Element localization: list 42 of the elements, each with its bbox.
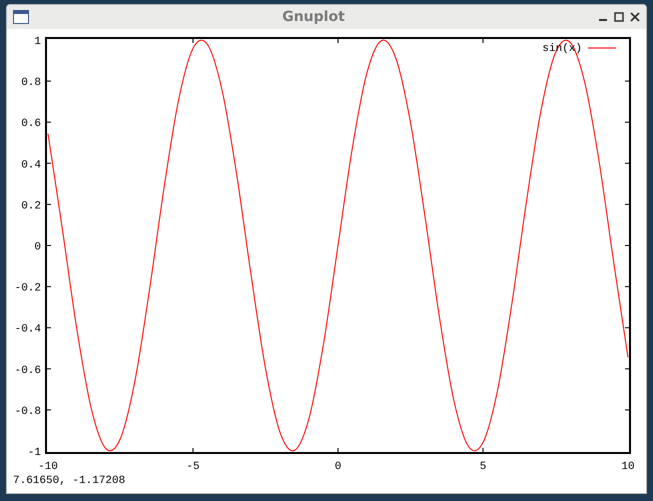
tick-mark	[46, 162, 52, 164]
x-tick-label: 0	[334, 460, 342, 473]
tick-mark	[624, 409, 630, 410]
tick-mark	[624, 286, 630, 287]
y-tick-label: -0.4	[14, 324, 41, 336]
y-tick-label: 1	[34, 36, 41, 48]
y-tick-label: 0.2	[21, 200, 41, 212]
y-tick-label: 0.8	[21, 76, 41, 89]
x-tick-label: 10	[621, 460, 635, 473]
legend-line	[588, 47, 616, 48]
maximize-icon[interactable]	[614, 12, 624, 22]
tick-mark	[46, 80, 52, 82]
y-tick-label: -0.6	[14, 364, 41, 377]
window-title: Gnuplot	[281, 8, 346, 25]
y-tick-label: 0	[34, 241, 41, 254]
tick-mark	[46, 286, 52, 287]
status-bar-text: 7.61650, -1.17208	[12, 475, 126, 489]
tick-mark	[46, 409, 52, 410]
tick-mark	[624, 80, 630, 82]
tick-mark	[482, 447, 484, 454]
y-tick-label: -0.8	[14, 406, 41, 418]
y-tick-label: 0.6	[21, 118, 41, 130]
tick-mark	[46, 327, 52, 328]
tick-mark	[192, 37, 194, 44]
tick-mark	[624, 327, 630, 328]
tick-mark	[46, 244, 52, 246]
tick-mark	[192, 447, 194, 454]
close-icon[interactable]	[630, 12, 640, 22]
y-tick-label: -0.2	[14, 282, 41, 294]
tick-mark	[46, 204, 52, 205]
y-tick-label: -1	[28, 446, 41, 459]
tick-mark	[482, 37, 484, 44]
tick-mark	[624, 368, 630, 370]
y-tick-label: 0.4	[21, 159, 41, 172]
x-tick-label: 5	[480, 460, 486, 473]
tick-mark	[624, 244, 630, 246]
tick-mark	[624, 162, 630, 164]
tick-mark	[46, 368, 52, 370]
window-menu-icon[interactable]	[13, 10, 29, 24]
x-tick-label: -5	[186, 460, 200, 473]
x-tick-label: -10	[38, 460, 58, 473]
tick-mark	[624, 204, 630, 205]
